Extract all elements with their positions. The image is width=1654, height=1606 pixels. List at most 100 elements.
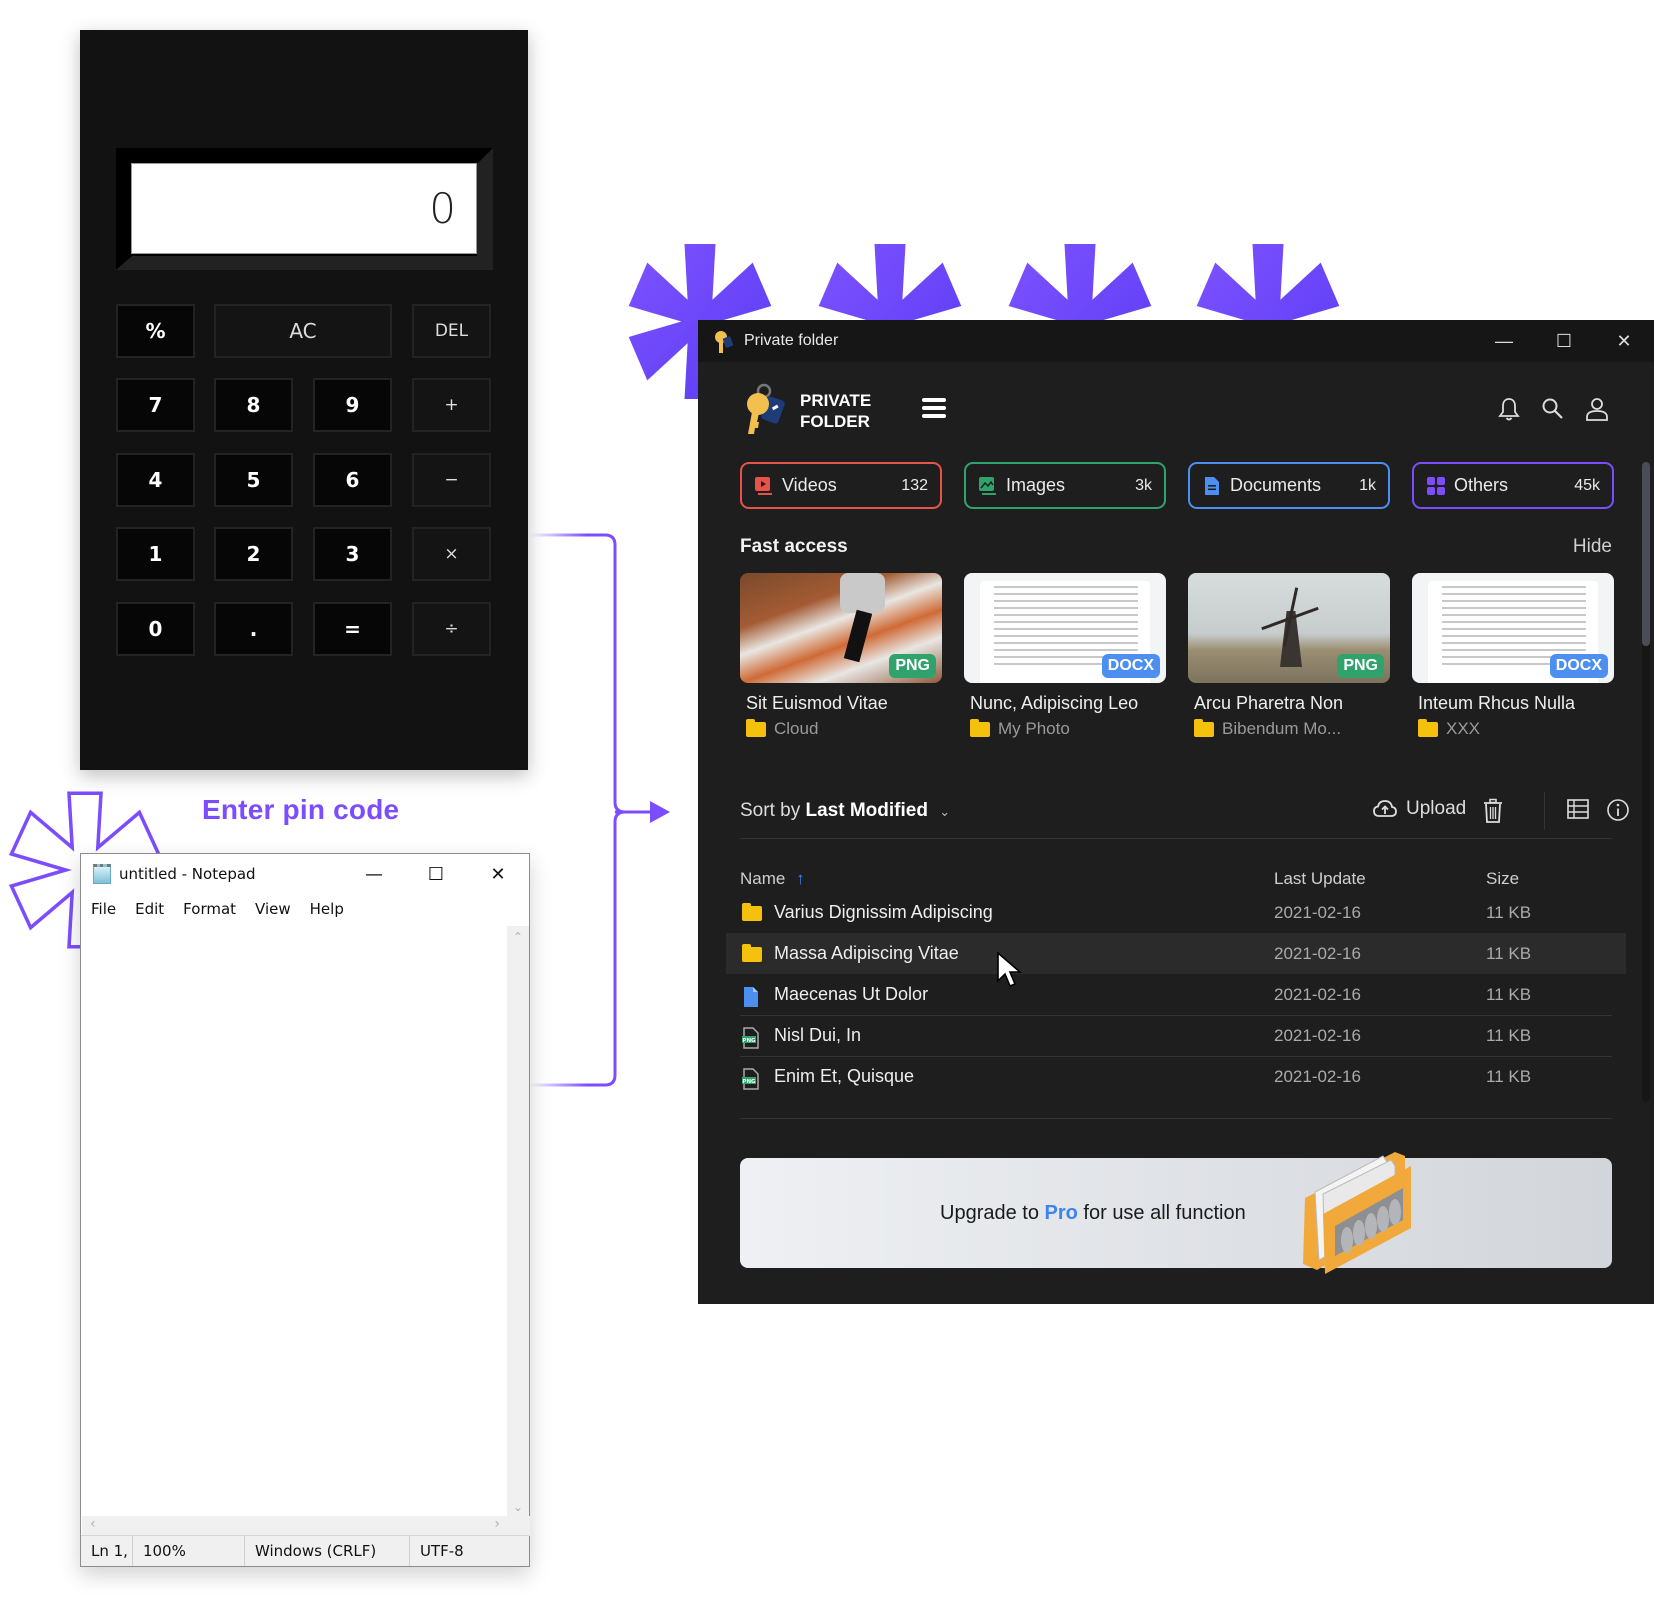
file-location: XXX xyxy=(1412,718,1614,739)
calc-button-1[interactable]: 1 xyxy=(116,527,195,581)
sort-dropdown[interactable]: Sort by Last Modified ⌄ xyxy=(740,800,950,822)
file-row[interactable]: PNG Enim Et, Quisque 2021-02-16 11 KB xyxy=(740,1056,1612,1097)
brand-line-2: FOLDER xyxy=(800,412,870,431)
table-bottom-separator xyxy=(740,1118,1612,1119)
toolbar-separator xyxy=(740,838,1612,839)
menu-format[interactable]: Format xyxy=(183,900,236,918)
calc-button-0[interactable]: 0 xyxy=(116,602,195,656)
fast-access-item[interactable]: PNG Sit Euismod Vitae Cloud xyxy=(740,573,942,739)
calc-button-3[interactable]: 3 xyxy=(313,527,392,581)
file-row[interactable]: PNG Nisl Dui, In 2021-02-16 11 KB xyxy=(740,1015,1612,1056)
file-type-badge: DOCX xyxy=(1101,654,1160,678)
calculator-display: 0 xyxy=(131,163,477,254)
file-name: Varius Dignissim Adipiscing xyxy=(774,902,993,922)
vertical-scrollbar[interactable]: ⌃ ⌄ xyxy=(507,926,529,1518)
sort-prefix: Sort by xyxy=(740,800,801,821)
file-row[interactable]: Maecenas Ut Dolor 2021-02-16 11 KB xyxy=(740,974,1612,1015)
fast-access-item[interactable]: DOCX Nunc, Adipiscing Leo My Photo xyxy=(964,573,1166,739)
vertical-scrollbar[interactable] xyxy=(1642,462,1650,1102)
locked-folder-illustration xyxy=(1303,1152,1411,1274)
pro-link[interactable]: Pro xyxy=(1045,1202,1078,1224)
calc-button-equals[interactable]: = xyxy=(313,602,392,656)
upload-button[interactable]: Upload xyxy=(1372,798,1466,820)
category-label: Images xyxy=(1006,475,1066,495)
hide-fast-access-button[interactable]: Hide xyxy=(1573,536,1612,558)
cloud-upload-icon xyxy=(1373,800,1397,817)
notepad-text-area[interactable] xyxy=(82,926,507,1516)
file-row[interactable]: Varius Dignissim Adipiscing 2021-02-16 1… xyxy=(740,892,1612,933)
category-documents[interactable]: Documents 1k xyxy=(1188,462,1390,509)
file-row[interactable]: Massa Adipiscing Vitae 2021-02-16 11 KB xyxy=(726,933,1626,974)
upgrade-banner[interactable]: Upgrade to Pro for use all function xyxy=(740,1152,1612,1274)
column-name[interactable]: Name ↑ xyxy=(740,869,805,889)
column-last-update[interactable]: Last Update xyxy=(1274,869,1366,889)
private-folder-titlebar: Private folder — ☐ ✕ xyxy=(698,320,1654,362)
key-icon xyxy=(715,331,734,353)
flow-connector-arrow xyxy=(530,533,670,1087)
video-icon xyxy=(754,476,774,496)
calc-button-5[interactable]: 5 xyxy=(214,453,293,507)
fast-access-item[interactable]: PNG Arcu Pharetra Non Bibendum Mo... xyxy=(1188,573,1390,739)
info-icon[interactable] xyxy=(1606,798,1630,822)
calc-button-6[interactable]: 6 xyxy=(313,453,392,507)
document-icon xyxy=(744,987,758,1007)
private-folder-window: Private folder — ☐ ✕ PRIVATE FOLDER Vide… xyxy=(698,320,1654,1304)
calc-button-percent[interactable]: % xyxy=(116,304,195,358)
calc-button-7[interactable]: 7 xyxy=(116,378,195,432)
search-icon[interactable] xyxy=(1540,396,1566,422)
bell-icon[interactable] xyxy=(1496,396,1522,422)
fast-access-item[interactable]: DOCX Inteum Rhcus Nulla XXX xyxy=(1412,573,1614,739)
file-location: Bibendum Mo... xyxy=(1188,718,1390,739)
calc-button-all-clear[interactable]: AC xyxy=(214,304,392,358)
maximize-button[interactable]: ☐ xyxy=(1534,320,1594,362)
scrollbar-thumb[interactable] xyxy=(1642,462,1650,646)
close-button[interactable]: ✕ xyxy=(467,854,529,894)
calc-button-subtract[interactable]: − xyxy=(412,453,491,507)
calc-button-delete[interactable]: DEL xyxy=(412,304,491,358)
calc-button-4[interactable]: 4 xyxy=(116,453,195,507)
enter-pin-code-label: Enter pin code xyxy=(202,794,400,825)
toolbar-divider xyxy=(1544,792,1545,830)
category-images[interactable]: Images 3k xyxy=(964,462,1166,509)
calc-button-8[interactable]: 8 xyxy=(214,378,293,432)
menu-view[interactable]: View xyxy=(255,900,291,918)
calc-button-multiply[interactable]: × xyxy=(412,527,491,581)
upgrade-text: Upgrade to Pro for use all function xyxy=(940,1202,1246,1224)
close-button[interactable]: ✕ xyxy=(1594,320,1654,362)
maximize-button[interactable]: ☐ xyxy=(405,854,467,894)
file-name: Arcu Pharetra Non xyxy=(1194,693,1344,713)
scroll-left-icon[interactable]: ‹ xyxy=(90,1516,96,1532)
menu-edit[interactable]: Edit xyxy=(135,900,164,918)
scroll-right-icon[interactable]: › xyxy=(494,1516,500,1532)
status-line-ending: Windows (CRLF) xyxy=(245,1536,410,1566)
app-brand: PRIVATE FOLDER xyxy=(800,390,871,432)
minimize-button[interactable]: — xyxy=(343,854,405,894)
category-count: 132 xyxy=(901,476,928,494)
calc-button-2[interactable]: 2 xyxy=(214,527,293,581)
menu-help[interactable]: Help xyxy=(310,900,344,918)
minimize-button[interactable]: — xyxy=(1474,320,1534,362)
category-others[interactable]: Others 45k xyxy=(1412,462,1614,509)
column-size[interactable]: Size xyxy=(1486,869,1519,889)
category-label: Documents xyxy=(1230,475,1322,495)
category-count: 1k xyxy=(1359,476,1376,494)
file-name: Nunc, Adipiscing Leo xyxy=(970,693,1139,713)
file-size: 11 KB xyxy=(1486,1067,1532,1086)
trash-icon[interactable] xyxy=(1482,798,1504,824)
user-icon[interactable] xyxy=(1584,396,1610,422)
list-view-icon[interactable] xyxy=(1566,798,1590,820)
scroll-down-icon[interactable]: ⌄ xyxy=(507,1500,529,1514)
hamburger-menu-icon[interactable] xyxy=(922,398,946,418)
calc-button-decimal[interactable]: . xyxy=(214,602,293,656)
calc-button-add[interactable]: + xyxy=(412,378,491,432)
menu-file[interactable]: File xyxy=(91,900,116,918)
category-videos[interactable]: Videos 132 xyxy=(740,462,942,509)
sort-value: Last Modified xyxy=(805,800,928,821)
folder-icon xyxy=(746,718,766,737)
calc-button-divide[interactable]: ÷ xyxy=(412,602,491,656)
scroll-up-icon[interactable]: ⌃ xyxy=(507,926,529,944)
grid-icon xyxy=(1426,476,1446,496)
notepad-app-icon xyxy=(93,864,111,884)
calc-button-9[interactable]: 9 xyxy=(313,378,392,432)
horizontal-scrollbar[interactable]: ‹ › xyxy=(82,1516,530,1536)
